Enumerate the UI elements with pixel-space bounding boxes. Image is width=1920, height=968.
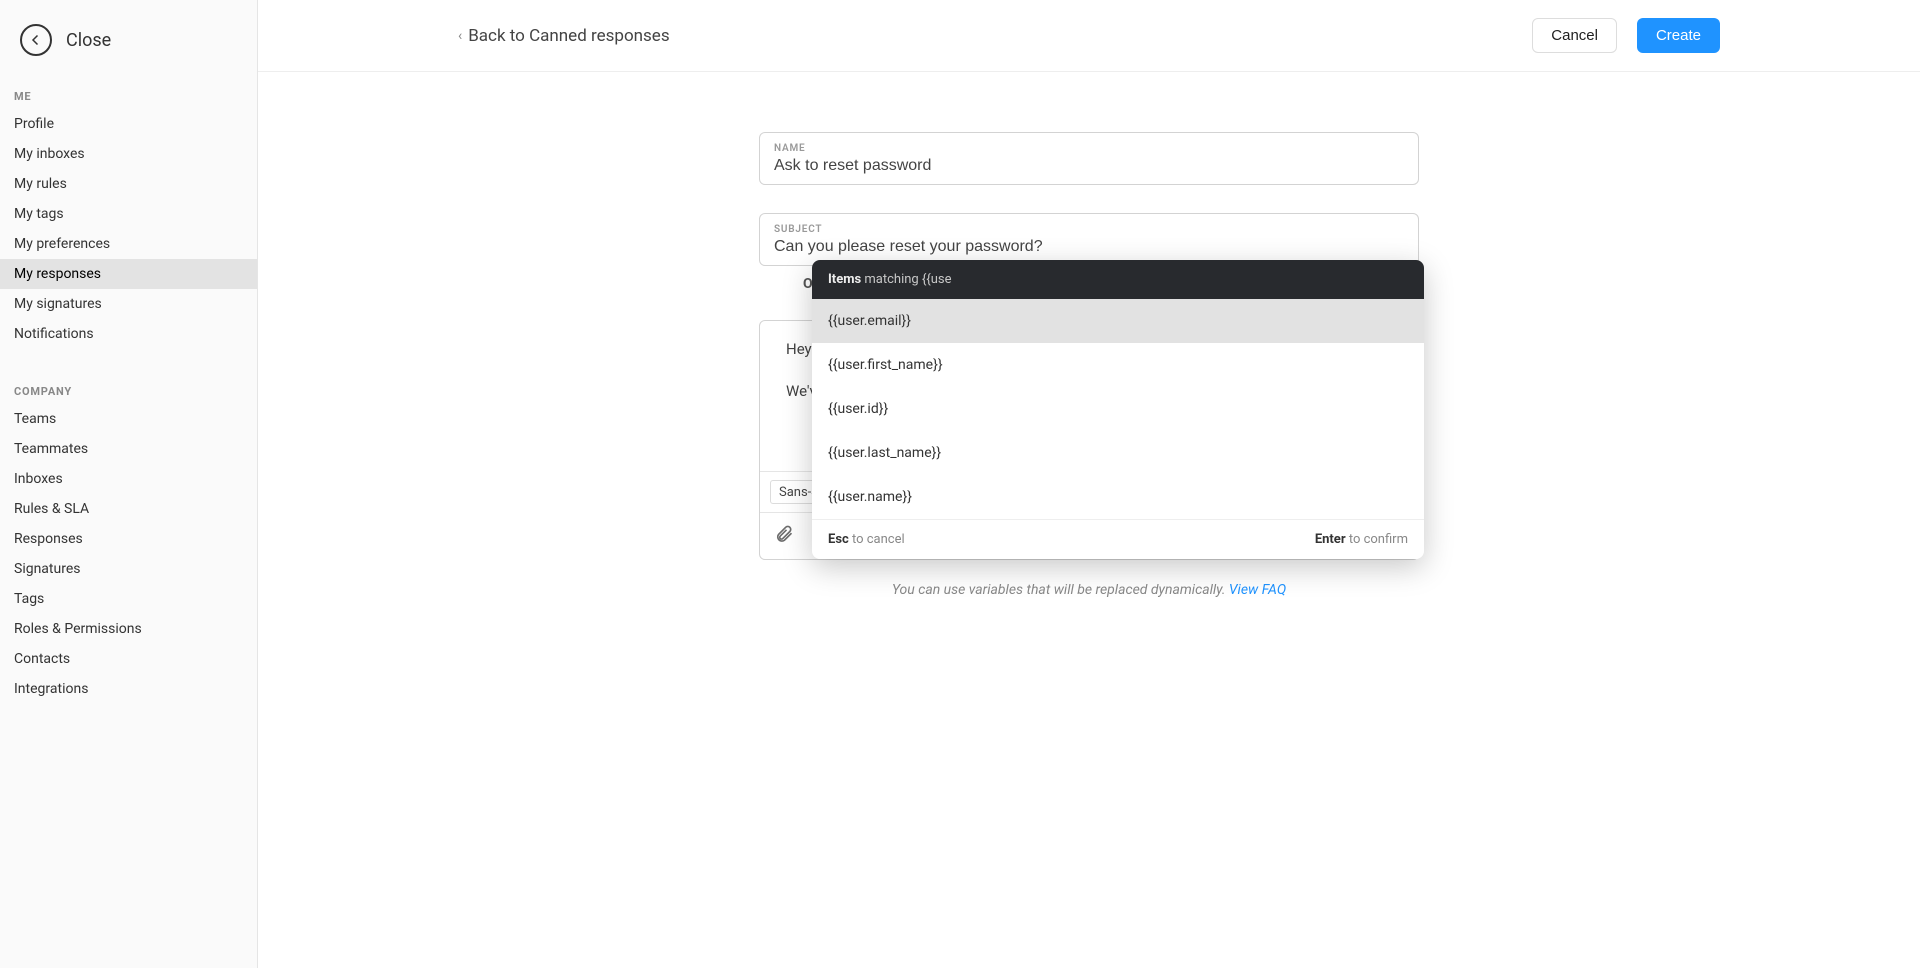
name-input[interactable] [774, 154, 1404, 176]
popup-header: Items matching {{use [812, 260, 1424, 299]
close-button[interactable]: Close [0, 0, 257, 84]
chevron-left-icon: ‹ [458, 28, 462, 44]
section-heading-company: COMPANY [0, 379, 257, 404]
sidebar-item-signatures[interactable]: Signatures [0, 554, 257, 584]
sidebar-item-roles-permissions[interactable]: Roles & Permissions [0, 614, 257, 644]
variable-help-prefix: You can use variables that will be repla… [892, 582, 1229, 598]
popup-enter-rest: to confirm [1346, 532, 1408, 547]
close-label: Close [66, 30, 111, 51]
name-field[interactable]: NAME [759, 132, 1419, 185]
sidebar-item-inboxes[interactable]: Inboxes [0, 464, 257, 494]
popup-item-user-last-name[interactable]: {{user.last_name}} [812, 431, 1424, 475]
back-to-canned-responses-link[interactable]: ‹ Back to Canned responses [458, 26, 670, 46]
variable-autocomplete-popup: Items matching {{use {{user.email}} {{us… [812, 260, 1424, 559]
sidebar-item-my-tags[interactable]: My tags [0, 199, 257, 229]
back-arrow-icon [20, 24, 52, 56]
sidebar-item-tags[interactable]: Tags [0, 584, 257, 614]
settings-sidebar: Close ME Profile My inboxes My rules My … [0, 0, 258, 968]
subject-field[interactable]: SUBJECT [759, 213, 1419, 266]
popup-footer: Esc to cancel Enter to confirm [812, 519, 1424, 559]
attachment-icon[interactable] [774, 524, 794, 548]
back-label: Back to Canned responses [468, 26, 669, 46]
sidebar-item-responses[interactable]: Responses [0, 524, 257, 554]
sidebar-item-my-inboxes[interactable]: My inboxes [0, 139, 257, 169]
sidebar-item-notifications[interactable]: Notifications [0, 319, 257, 349]
popup-item-user-id[interactable]: {{user.id}} [812, 387, 1424, 431]
cancel-button[interactable]: Cancel [1532, 18, 1617, 53]
popup-enter-key: Enter [1315, 532, 1346, 547]
create-button[interactable]: Create [1637, 18, 1720, 53]
subject-input[interactable] [774, 235, 1404, 257]
popup-item-user-first-name[interactable]: {{user.first_name}} [812, 343, 1424, 387]
popup-header-bold: Items [828, 272, 861, 287]
editor-line-1: Hey [786, 340, 812, 358]
subject-label: SUBJECT [774, 224, 1404, 235]
sidebar-item-profile[interactable]: Profile [0, 109, 257, 139]
popup-header-rest: matching {{use [861, 272, 951, 287]
sidebar-item-integrations[interactable]: Integrations [0, 674, 257, 704]
main-content: ‹ Back to Canned responses Cancel Create… [258, 0, 1920, 968]
sidebar-item-my-signatures[interactable]: My signatures [0, 289, 257, 319]
sidebar-item-rules-sla[interactable]: Rules & SLA [0, 494, 257, 524]
sidebar-item-teammates[interactable]: Teammates [0, 434, 257, 464]
sidebar-item-teams[interactable]: Teams [0, 404, 257, 434]
topbar: ‹ Back to Canned responses Cancel Create [258, 0, 1920, 72]
popup-item-user-name[interactable]: {{user.name}} [812, 475, 1424, 519]
popup-item-user-email[interactable]: {{user.email}} [812, 299, 1424, 343]
variable-help-text: You can use variables that will be repla… [759, 582, 1419, 598]
name-label: NAME [774, 143, 1404, 154]
sidebar-item-contacts[interactable]: Contacts [0, 644, 257, 674]
view-faq-link[interactable]: View FAQ [1229, 582, 1286, 598]
popup-esc-key: Esc [828, 532, 849, 547]
popup-esc-rest: to cancel [849, 532, 905, 547]
section-heading-me: ME [0, 84, 257, 109]
response-body-editor: Hey We'v Items matching {{use {{user.ema… [759, 320, 1419, 560]
sidebar-item-my-preferences[interactable]: My preferences [0, 229, 257, 259]
sidebar-item-my-rules[interactable]: My rules [0, 169, 257, 199]
sidebar-item-my-responses[interactable]: My responses [0, 259, 257, 289]
